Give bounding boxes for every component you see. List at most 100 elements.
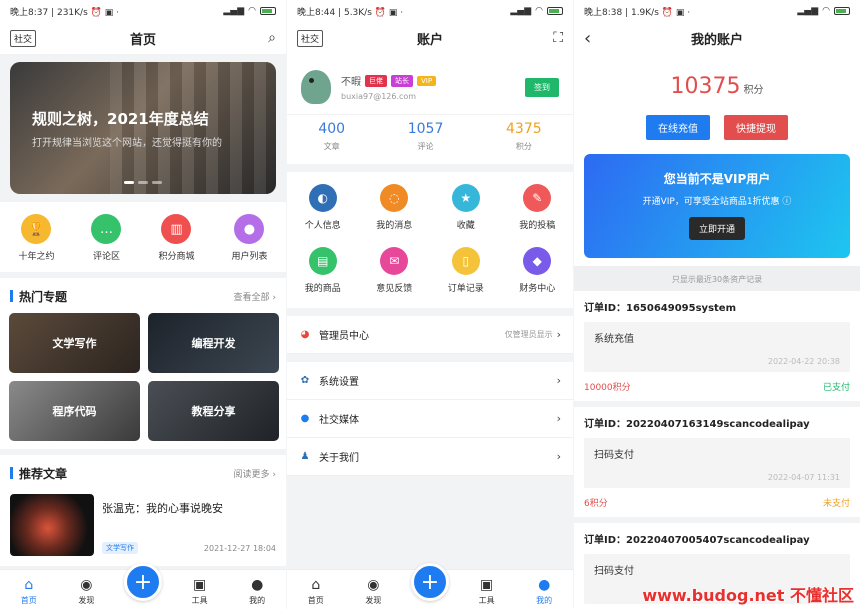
finance-icon: ◆ [523, 247, 552, 275]
quick-link-comments[interactable]: … 评论区 [91, 214, 122, 262]
feature-label: 财务中心 [519, 284, 556, 294]
social-icon: ● [300, 413, 310, 424]
asset-records: 订单ID：1650649095system 系统充值 2022-04-22 20:… [574, 291, 860, 609]
order-id: 订单ID：1650649095system [584, 303, 737, 314]
stat-label: 积分 [515, 142, 532, 151]
badge-vip: VIP [417, 75, 437, 86]
publish-button[interactable]: + [410, 563, 449, 601]
compass-icon: ◉ [367, 577, 380, 593]
status-bar: 晚上8:38 | 1.9K/s ⏰ ▣ · ▂▄▆ ◠ [574, 0, 860, 22]
view-all-link[interactable]: 查看全部 › [234, 290, 276, 303]
stat-item[interactable]: 4375 积分 [506, 121, 542, 152]
profile-icon: ◐ [308, 184, 337, 212]
topic-card-programming[interactable]: 编程开发 [148, 313, 279, 373]
user-icon: ● [251, 577, 264, 593]
quick-link-user-list[interactable]: ● 用户列表 [231, 214, 267, 262]
profile-card: 不暇 巨佬 站长 VIP buxia97@126.com 签到 [287, 54, 573, 114]
asset-record[interactable]: 订单ID：1650649095system 系统充值 2022-04-22 20:… [574, 291, 860, 401]
menu-item[interactable]: ♟ 关于我们 › [287, 438, 573, 476]
article-title: 张温克：我的心事说晚安 [102, 502, 223, 515]
scan-icon[interactable]: ⛶ [553, 30, 563, 46]
quick-link-label: 用户列表 [231, 252, 268, 262]
quick-link-ten-year[interactable]: 🏆 十年之约 [18, 214, 55, 262]
record-box: 扫码支付 2022-04-07 11:31 [584, 438, 850, 488]
quick-link-label: 十年之约 [18, 252, 55, 262]
topic-card-tutorial[interactable]: 教程分享 [148, 381, 279, 441]
social-tag-button[interactable]: 社交 [297, 29, 324, 47]
admin-center-item[interactable]: ◕ 管理员中心 仅管理员显示 › [287, 316, 573, 354]
read-more-link[interactable]: 阅读更多 › [234, 467, 276, 480]
tab-bar: ⌂ 首页 ◉ 发现 + ▣ 工具 ● 我的 [287, 563, 573, 609]
feature-item[interactable]: ◆ 财务中心 [502, 247, 574, 294]
recommend-header: 推荐文章 阅读更多 › [0, 455, 286, 490]
asset-record[interactable]: 订单ID：20220407163149scancodealipay 扫码支付 20… [574, 407, 860, 517]
feature-item[interactable]: ◐ 个人信息 [287, 184, 359, 231]
feature-item[interactable]: ★ 收藏 [430, 184, 502, 231]
quick-link-points-mall[interactable]: ▥ 积分商城 [158, 214, 194, 262]
article-info: 张温克：我的心事说晚安 文学写作 2021-12-27 18:04 [102, 494, 276, 556]
battery-icon [547, 7, 563, 15]
carousel-dot[interactable] [138, 181, 148, 184]
record-status: 未支付 [822, 499, 850, 509]
carousel-dot[interactable] [124, 181, 134, 184]
record-type: 系统充值 [594, 334, 634, 345]
feature-label: 我的商品 [304, 284, 341, 294]
settings-menu: ✿ 系统设置 › ● 社交媒体 › ♟ 关于我们 › [287, 362, 573, 476]
topic-card-writing[interactable]: 文学写作 [9, 313, 140, 373]
screenshot-root: 晚上8:37 | 231K/s ⏰ ▣ · ▂▄▆ ◠ 社交 首页 ⌕ 规则之树，… [0, 0, 860, 609]
admin-only-hint: 仅管理员显示 [504, 330, 553, 339]
tab-mine[interactable]: ● 我的 [237, 577, 277, 606]
feature-item[interactable]: ✉ 意见反馈 [359, 247, 431, 294]
tab-mine[interactable]: ● 我的 [524, 577, 564, 606]
avatar[interactable] [301, 70, 331, 104]
banner-carousel[interactable]: 规则之树，2021年度总结 打开规律当浏览这个网站，还觉得挺有你的 [10, 62, 276, 194]
topic-card-code[interactable]: 程序代码 [9, 381, 140, 441]
palette-icon: ◕ [300, 329, 310, 340]
tab-home[interactable]: ⌂ 首页 [9, 577, 49, 606]
user-email: buxia97@126.com [341, 92, 417, 101]
banner-title: 规则之树，2021年度总结 [32, 110, 209, 128]
feature-item[interactable]: ✎ 我的投稿 [502, 184, 574, 231]
carousel-dot[interactable] [152, 181, 162, 184]
withdraw-button[interactable]: 快捷提现 [724, 115, 788, 140]
feature-item[interactable]: ◌ 我的消息 [359, 184, 431, 231]
tab-discover[interactable]: ◉ 发现 [66, 577, 106, 606]
open-vip-button[interactable]: 立即开通 [688, 217, 745, 240]
toolbox-icon: ▣ [479, 577, 494, 593]
record-type: 扫码支付 [594, 566, 634, 577]
menu-item[interactable]: ✿ 系统设置 › [287, 362, 573, 400]
menu-item[interactable]: ● 社交媒体 › [287, 400, 573, 438]
tab-tools[interactable]: ▣ 工具 [180, 577, 220, 606]
recommend-section: 推荐文章 阅读更多 › 张温克：我的心事说晚安 文学写作 2021-12-27 … [0, 455, 286, 566]
tab-home[interactable]: ⌂ 首页 [296, 577, 336, 606]
goods-icon: ▤ [308, 247, 337, 275]
checkin-button[interactable]: 签到 [525, 77, 559, 97]
user-stats: 400 文章 1057 评论 4375 积分 [287, 114, 573, 164]
feature-item[interactable]: ▯ 订单记录 [430, 247, 502, 294]
admin-menu: ◕ 管理员中心 仅管理员显示 › [287, 316, 573, 354]
topic-grid: 文学写作 编程开发 程序代码 教程分享 [0, 313, 286, 449]
quick-links: 🏆 十年之约 … 评论区 ▥ 积分商城 ● 用户列表 [0, 202, 286, 272]
publish-button[interactable]: + [123, 563, 162, 601]
back-icon[interactable]: ‹ [584, 28, 591, 49]
social-tag-button[interactable]: 社交 [10, 29, 37, 47]
stat-item[interactable]: 1057 评论 [408, 121, 444, 152]
badge-boss: 巨佬 [365, 74, 387, 87]
article-tag[interactable]: 文学写作 [102, 542, 138, 554]
article-item[interactable]: 张温克：我的心事说晚安 文学写作 2021-12-27 18:04 [0, 490, 286, 566]
vip-title: 您当前不是VIP用户 [663, 172, 771, 186]
record-amount: 10000积分 [584, 383, 631, 393]
home-icon: ⌂ [311, 577, 321, 593]
signal-icon: ▂▄▆ [797, 6, 819, 16]
stat-item[interactable]: 400 文章 [318, 121, 345, 152]
watermark: www.budog.net 不懂社区 [642, 586, 854, 605]
message-icon: ◌ [380, 184, 409, 212]
feature-item[interactable]: ▤ 我的商品 [287, 247, 359, 294]
tab-discover[interactable]: ◉ 发现 [353, 577, 393, 606]
feature-label: 收藏 [456, 221, 475, 231]
tab-tools[interactable]: ▣ 工具 [467, 577, 507, 606]
home-icon: ⌂ [24, 577, 34, 593]
recharge-button[interactable]: 在线充值 [646, 115, 710, 140]
points-unit: 积分 [743, 85, 764, 96]
search-icon[interactable]: ⌕ [268, 30, 276, 46]
